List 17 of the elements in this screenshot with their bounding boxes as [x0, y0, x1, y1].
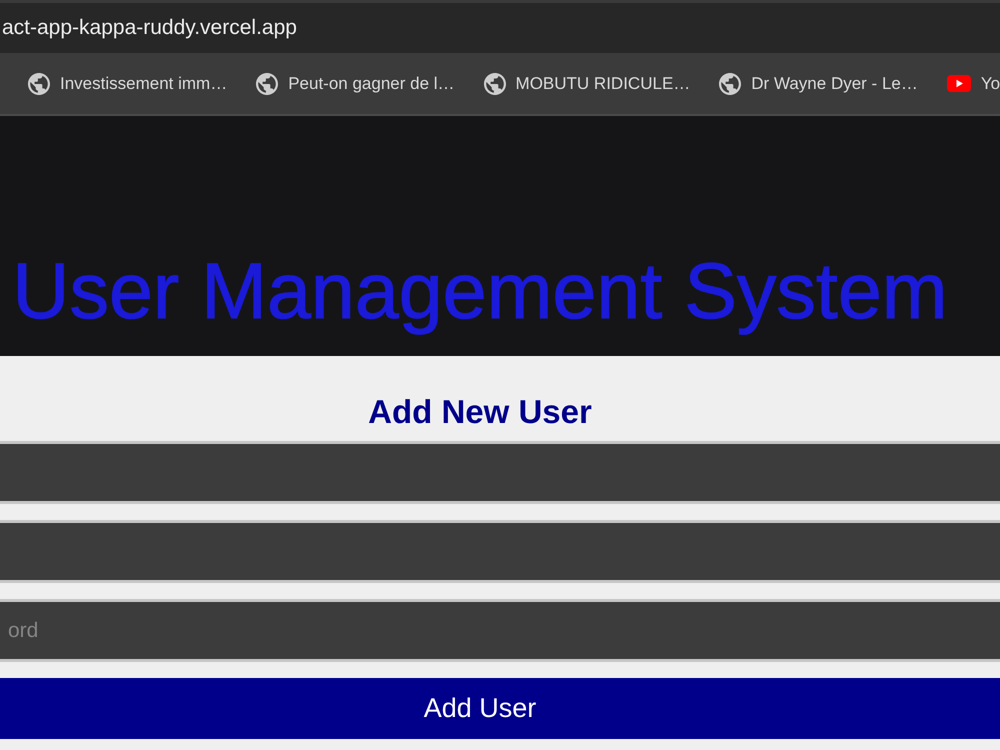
bookmark-link[interactable]: Yo [946, 74, 1000, 94]
form-heading: Add New User [367, 393, 593, 431]
page-title: User Management System [11, 245, 949, 336]
url-text[interactable]: act-app-kappa-ruddy.vercel.app [0, 16, 297, 40]
globe-icon [719, 72, 742, 94]
add-user-button[interactable]: Add User [0, 678, 1000, 739]
bookmark-link[interactable]: MOBUTU RIDICULE… [484, 72, 690, 94]
globe-icon [28, 72, 50, 94]
video-play-icon [946, 75, 971, 92]
globe-icon [256, 72, 278, 94]
bookmark-link[interactable]: Dr Wayne Dyer - Le… [719, 72, 918, 94]
input-field[interactable]: ord [0, 599, 1000, 662]
bookmark-link[interactable]: Investissement imm… [28, 72, 228, 94]
globe-icon [484, 72, 506, 94]
bookmark-link[interactable]: Peut-on gagner de l… [256, 72, 455, 94]
input-field[interactable] [0, 441, 1000, 504]
input-field[interactable] [0, 520, 1000, 583]
